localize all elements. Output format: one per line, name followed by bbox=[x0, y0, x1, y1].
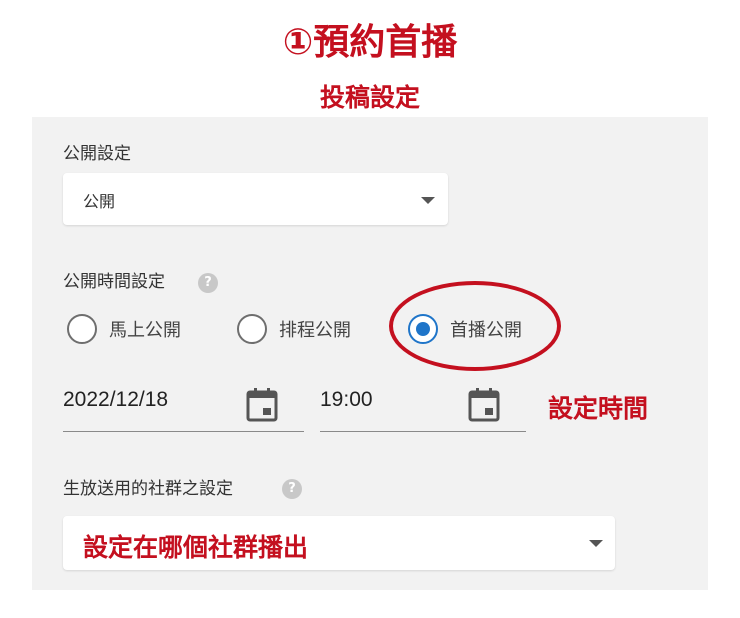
time-annotation: 設定時間 bbox=[548, 394, 649, 423]
question-icon[interactable]: ? bbox=[198, 273, 218, 293]
page-subtitle: 投稿設定 bbox=[319, 83, 420, 112]
social-select-value: 設定在哪個社群播出 bbox=[83, 533, 309, 562]
radio-label: 馬上公開 bbox=[109, 320, 181, 341]
visibility-select[interactable]: 公開 bbox=[63, 173, 448, 225]
time-field[interactable]: 19:00 bbox=[320, 372, 526, 432]
chevron-down-icon bbox=[421, 197, 435, 204]
calendar-icon[interactable] bbox=[467, 387, 501, 423]
radio-circle bbox=[237, 314, 267, 344]
date-field[interactable]: 2022/12/18 bbox=[63, 372, 304, 432]
social-label: 生放送用的社群之設定 bbox=[63, 479, 233, 499]
radio-publish-now[interactable]: 馬上公開 bbox=[67, 312, 181, 346]
radio-scheduled[interactable]: 排程公開 bbox=[237, 312, 351, 346]
schedule-label: 公開時間設定 bbox=[63, 272, 165, 292]
question-icon[interactable]: ? bbox=[282, 479, 302, 499]
time-value: 19:00 bbox=[320, 388, 373, 411]
date-value: 2022/12/18 bbox=[63, 388, 169, 411]
radio-label: 排程公開 bbox=[279, 320, 351, 341]
highlight-ellipse bbox=[389, 281, 561, 371]
chevron-down-icon bbox=[589, 540, 603, 547]
social-select[interactable]: 設定在哪個社群播出 bbox=[63, 516, 615, 570]
visibility-select-value: 公開 bbox=[83, 192, 116, 211]
page-title: ①預約首播 bbox=[282, 22, 458, 63]
calendar-icon[interactable] bbox=[245, 387, 279, 423]
radio-circle bbox=[67, 314, 97, 344]
visibility-label: 公開設定 bbox=[63, 144, 131, 164]
